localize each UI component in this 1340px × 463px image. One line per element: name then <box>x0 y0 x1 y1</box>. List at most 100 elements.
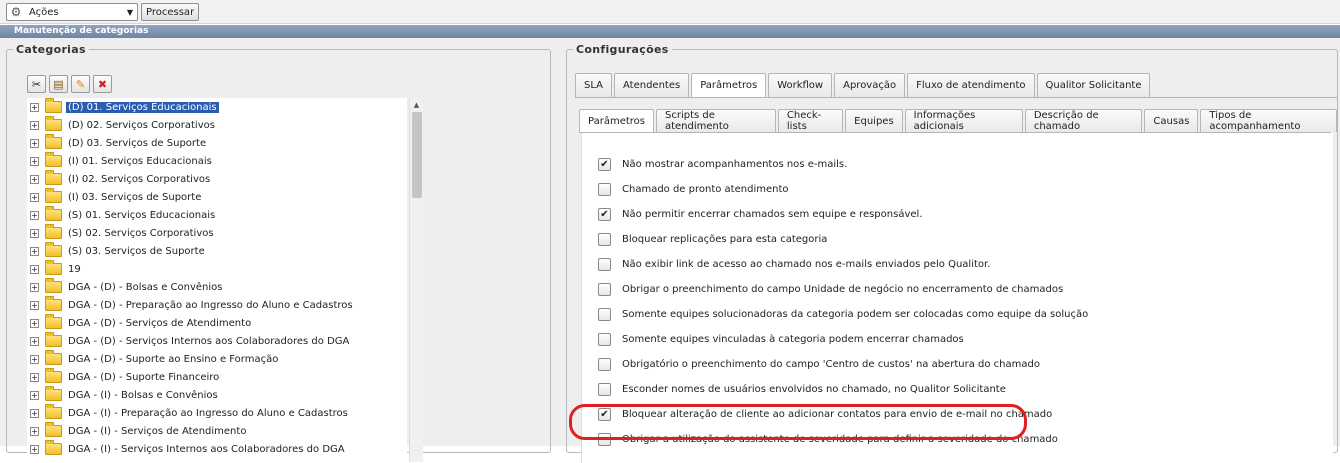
tab-workflow[interactable]: Workflow <box>768 73 833 97</box>
tab-aprovação[interactable]: Aprovação <box>834 73 906 97</box>
subtab-check-lists[interactable]: Check-lists <box>777 109 844 132</box>
tree-item-label[interactable]: DGA - (I) - Preparação ao Ingresso do Al… <box>66 408 350 419</box>
parameter-checkbox[interactable] <box>598 207 611 221</box>
tree-item-label[interactable]: (I) 03. Serviços de Suporte <box>66 192 203 203</box>
delete-button[interactable]: ✖ <box>93 75 112 93</box>
tree-item-label[interactable]: (S) 03. Serviços de Suporte <box>66 246 207 257</box>
parameter-checkbox[interactable] <box>598 157 611 171</box>
tree-item-label[interactable]: DGA - (D) - Serviços Internos aos Colabo… <box>66 336 351 347</box>
expand-icon[interactable]: + <box>30 318 39 328</box>
tab-parâmetros[interactable]: Parâmetros <box>691 73 767 97</box>
tab-sla[interactable]: SLA <box>575 73 612 97</box>
tree-item-label[interactable]: (S) 01. Serviços Educacionais <box>66 210 217 221</box>
expand-icon[interactable]: + <box>30 354 39 364</box>
tab-fluxo-de-atendimento[interactable]: Fluxo de atendimento <box>907 73 1035 97</box>
tree-item[interactable]: + DGA - (I) - Serviços de Atendimento <box>27 422 407 440</box>
tab-atendentes[interactable]: Atendentes <box>614 73 690 97</box>
expand-icon[interactable]: + <box>30 246 39 256</box>
tree-scrollbar[interactable]: ▲ <box>409 98 423 462</box>
tree-item[interactable]: + (I) 03. Serviços de Suporte <box>27 188 407 206</box>
tree-item[interactable]: + (S) 03. Serviços de Suporte <box>27 242 407 260</box>
parameter-label: Bloquear replicações para esta categoria <box>622 233 828 245</box>
expand-icon[interactable]: + <box>30 264 39 274</box>
tree-item-label[interactable]: 19 <box>66 264 83 275</box>
parameter-checkbox[interactable] <box>598 282 611 296</box>
tree-item[interactable]: + DGA - (I) - Preparação ao Ingresso do A… <box>27 404 407 422</box>
tree-item[interactable]: + (I) 02. Serviços Corporativos <box>27 170 407 188</box>
expand-icon[interactable]: + <box>30 372 39 382</box>
expand-icon[interactable]: + <box>30 156 39 166</box>
tree-item-label[interactable]: DGA - (D) - Suporte ao Ensino e Formação <box>66 354 280 365</box>
scroll-thumb[interactable] <box>412 112 422 198</box>
tree-item-label[interactable]: (I) 01. Serviços Educacionais <box>66 156 214 167</box>
actions-dropdown[interactable]: ⚙ Ações ▼ <box>6 3 138 21</box>
clipboard-icon: ▤ <box>53 77 64 91</box>
scroll-up-icon[interactable]: ▲ <box>410 98 423 112</box>
cut-button[interactable]: ✂ <box>27 75 46 93</box>
tree-item-label[interactable]: DGA - (D) - Serviços de Atendimento <box>66 318 253 329</box>
tree-item[interactable]: + DGA - (D) - Serviços de Atendimento <box>27 314 407 332</box>
expand-icon[interactable]: + <box>30 426 39 436</box>
tree-item[interactable]: + (D) 01. Serviços Educacionais <box>27 98 407 116</box>
subtab-parâmetros[interactable]: Parâmetros <box>579 109 654 132</box>
tree-item[interactable]: + (D) 02. Serviços Corporativos <box>27 116 407 134</box>
tree-item[interactable]: + DGA - (I) - Bolsas e Convênios <box>27 386 407 404</box>
expand-icon[interactable]: + <box>30 408 39 418</box>
expand-icon[interactable]: + <box>30 174 39 184</box>
tree-item-label[interactable]: (S) 02. Serviços Corporativos <box>66 228 216 239</box>
tree-item[interactable]: + DGA - (D) - Suporte Financeiro <box>27 368 407 386</box>
tree-item-label[interactable]: DGA - (D) - Bolsas e Convênios <box>66 282 225 293</box>
parameter-label: Não mostrar acompanhamentos nos e-mails. <box>622 158 848 170</box>
tree-item-label[interactable]: DGA - (D) - Preparação ao Ingresso do Al… <box>66 300 355 311</box>
tree-item[interactable]: + DGA - (I) - Serviços Internos aos Colab… <box>27 440 407 458</box>
parameter-checkbox[interactable] <box>598 382 611 396</box>
delete-icon: ✖ <box>97 77 108 91</box>
parameter-checkbox[interactable] <box>598 232 611 246</box>
expand-icon[interactable]: + <box>30 120 39 130</box>
tree-item[interactable]: + (S) 01. Serviços Educacionais <box>27 206 407 224</box>
parameter-checkbox[interactable] <box>598 182 611 196</box>
subtab-equipes[interactable]: Equipes <box>845 109 903 132</box>
tree-item[interactable]: + DGA - (D) - Preparação ao Ingresso do A… <box>27 296 407 314</box>
tree-item[interactable]: + (S) 02. Serviços Corporativos <box>27 224 407 242</box>
tree-item-label[interactable]: (D) 03. Serviços de Suporte <box>66 138 208 149</box>
tree-item[interactable]: + DGA - (D) - Bolsas e Convênios <box>27 278 407 296</box>
tree-item-label[interactable]: (D) 01. Serviços Educacionais <box>66 101 219 113</box>
tree-item[interactable]: + DGA - (D) - Suporte ao Ensino e Formaçã… <box>27 350 407 368</box>
expand-icon[interactable]: + <box>30 102 39 112</box>
tree-item-label[interactable]: DGA - (I) - Bolsas e Convênios <box>66 390 220 401</box>
process-button[interactable]: Processar <box>141 3 200 21</box>
parameter-checkbox[interactable] <box>598 332 611 346</box>
subtab-tipos-de-acompanhamento[interactable]: Tipos de acompanhamento <box>1200 109 1337 132</box>
tree-item[interactable]: + DGA - (D) - Serviços Internos aos Colab… <box>27 332 407 350</box>
edit-button[interactable]: ✎ <box>71 75 90 93</box>
expand-icon[interactable]: + <box>30 336 39 346</box>
expand-icon[interactable]: + <box>30 390 39 400</box>
parameter-checkbox[interactable] <box>598 257 611 271</box>
subtab-informações-adicionais[interactable]: Informações adicionais <box>904 109 1023 132</box>
subtab-scripts-de-atendimento[interactable]: Scripts de atendimento <box>655 109 776 132</box>
expand-icon[interactable]: + <box>30 210 39 220</box>
expand-icon[interactable]: + <box>30 228 39 238</box>
tree-item-label[interactable]: DGA - (I) - Serviços de Atendimento <box>66 426 248 437</box>
tree-item-label[interactable]: (I) 02. Serviços Corporativos <box>66 174 212 185</box>
expand-icon[interactable]: + <box>30 300 39 310</box>
tree-item[interactable]: + (D) 03. Serviços de Suporte <box>27 134 407 152</box>
subtab-descrição-de-chamado[interactable]: Descrição de chamado <box>1024 109 1143 132</box>
red-annotation-circle <box>569 404 1027 440</box>
expand-icon[interactable]: + <box>30 282 39 292</box>
tree-item-label[interactable]: (D) 02. Serviços Corporativos <box>66 120 217 131</box>
parameter-checkbox[interactable] <box>598 307 611 321</box>
parameter-label: Não permitir encerrar chamados sem equip… <box>622 208 923 220</box>
parameter-option: Não exibir link de acesso ao chamado nos… <box>598 255 990 273</box>
tree-item[interactable]: + (I) 01. Serviços Educacionais <box>27 152 407 170</box>
subtab-causas[interactable]: Causas <box>1144 109 1199 132</box>
tree-item-label[interactable]: DGA - (D) - Suporte Financeiro <box>66 372 221 383</box>
parameter-checkbox[interactable] <box>598 357 611 371</box>
tab-qualitor-solicitante[interactable]: Qualitor Solicitante <box>1036 73 1151 97</box>
tree-item-label[interactable]: DGA - (I) - Serviços Internos aos Colabo… <box>66 444 347 455</box>
expand-icon[interactable]: + <box>30 138 39 148</box>
paste-button[interactable]: ▤ <box>49 75 68 93</box>
tree-item[interactable]: +19 <box>27 260 407 278</box>
expand-icon[interactable]: + <box>30 192 39 202</box>
